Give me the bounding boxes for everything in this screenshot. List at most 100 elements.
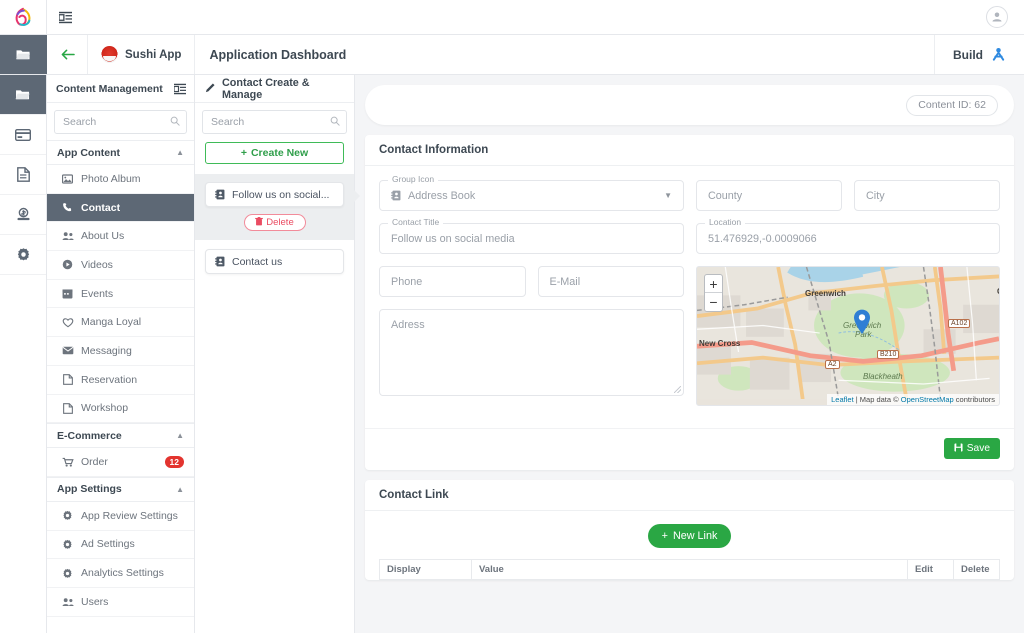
- map-pin-icon[interactable]: [853, 309, 871, 335]
- list-item-selected[interactable]: Follow us on social... Delete: [195, 174, 360, 240]
- city-input[interactable]: City: [854, 180, 1000, 211]
- contact-link-table: Display Value Edit Delete: [379, 559, 1000, 580]
- contact-title-input[interactable]: Follow us on social media: [379, 223, 684, 254]
- email-input[interactable]: E-Mail: [537, 266, 684, 297]
- form-row-2: Contact Title Follow us on social media …: [379, 217, 1000, 254]
- nav-group-label: App Settings: [57, 483, 122, 496]
- sidebar-item-about-us[interactable]: About Us: [47, 222, 194, 252]
- sidebar-item-ad-settings[interactable]: Ad Settings: [47, 530, 194, 560]
- create-new-button[interactable]: + Create New: [205, 142, 344, 164]
- contact-card[interactable]: Contact us: [205, 249, 344, 274]
- save-icon: [954, 442, 963, 455]
- nebula-logo-icon: [15, 7, 31, 26]
- map-label-blackheath: Blackheath: [863, 372, 903, 381]
- contact-link-table-wrap: Display Value Edit Delete: [365, 559, 1014, 580]
- sidebar-item-label: Users: [81, 595, 109, 608]
- nav-group-app-settings[interactable]: App Settings ▲: [47, 476, 194, 502]
- column-display: Display: [379, 559, 472, 580]
- rail-item-folder[interactable]: [0, 75, 46, 115]
- phone-icon: [61, 202, 74, 213]
- sidebar-item-label: Events: [81, 287, 114, 300]
- map-attr-tail: contributors: [953, 395, 995, 404]
- county-input[interactable]: County: [696, 180, 842, 211]
- sidebar-item-contact[interactable]: Contact: [47, 193, 194, 223]
- map-attribution: Leaflet | Map data © OpenStreetMap contr…: [827, 394, 999, 405]
- user-menu-button[interactable]: [970, 0, 1024, 35]
- group-icon-label: Group Icon: [388, 174, 439, 184]
- sidebar-item-photo-album[interactable]: Photo Album: [47, 165, 194, 194]
- contact-list-search-wrap: [195, 103, 354, 140]
- phone-email-row: Phone E-Mail: [379, 266, 684, 297]
- search-input[interactable]: [55, 111, 186, 133]
- app-name-label: Sushi App: [125, 48, 182, 61]
- content-id-badge: Content ID: 62: [906, 94, 998, 116]
- map-zoom-out-button[interactable]: −: [705, 293, 722, 311]
- list-item[interactable]: Contact us: [195, 240, 354, 283]
- rail-item-settings[interactable]: [0, 235, 46, 275]
- rail-item-document[interactable]: [0, 155, 46, 195]
- file-icon: [61, 374, 74, 386]
- build-button[interactable]: Build: [934, 35, 1024, 74]
- map-label-cha: Cha: [997, 287, 999, 296]
- sidebar-item-manga-loyal[interactable]: Manga Loyal: [47, 308, 194, 338]
- location-input[interactable]: 51.476929,-0.0009066: [696, 223, 1000, 254]
- location-map[interactable]: Greenwich Greenwich Park New Cross Black…: [696, 266, 1000, 406]
- location-value: 51.476929,-0.0009066: [708, 232, 817, 245]
- play-circle-icon: [61, 259, 74, 270]
- phone-input[interactable]: Phone: [379, 266, 526, 297]
- sidebar-item-app-review-settings[interactable]: App Review Settings: [47, 501, 194, 531]
- address-placeholder: Adress: [391, 319, 425, 331]
- save-button[interactable]: Save: [943, 438, 1000, 459]
- contact-card[interactable]: Follow us on social...: [205, 182, 344, 207]
- group-icon-select[interactable]: Address Book ▼: [379, 180, 684, 211]
- new-link-wrap: + New Link: [365, 511, 1014, 559]
- nav-group-app-content[interactable]: App Content ▲: [47, 140, 194, 165]
- rail-header-folder[interactable]: [0, 35, 47, 74]
- table-header-row: Display Value Edit Delete: [379, 559, 1000, 580]
- address-textarea[interactable]: Adress: [379, 309, 684, 396]
- icon-rail: [0, 75, 47, 633]
- application-root: Sushi App Application Dashboard Build Co…: [0, 0, 1024, 633]
- openstreetmap-link[interactable]: OpenStreetMap: [901, 395, 954, 404]
- sidebar-item-events[interactable]: Events: [47, 279, 194, 309]
- build-label: Build: [953, 47, 983, 62]
- rail-item-card[interactable]: [0, 115, 46, 155]
- sidebar-item-workshop[interactable]: Workshop: [47, 394, 194, 424]
- contact-link-card: Contact Link + New Link Display Value Ed: [365, 480, 1014, 580]
- back-button[interactable]: [47, 35, 88, 74]
- image-icon: [61, 174, 74, 184]
- contact-title-field: Contact Title Follow us on social media: [379, 217, 684, 254]
- rail-item-money[interactable]: [0, 195, 46, 235]
- app-chip[interactable]: Sushi App: [88, 35, 196, 74]
- sidebar-item-label: Photo Album: [81, 172, 141, 185]
- nav-group-e-commerce[interactable]: E-Commerce ▲: [47, 423, 194, 449]
- phone-field: Phone: [379, 266, 526, 297]
- leaflet-link[interactable]: Leaflet: [831, 395, 854, 404]
- body-row: Content Management Search App Content ▲ …: [0, 75, 1024, 633]
- map-shield-a2: A2: [825, 360, 840, 369]
- sidebar-item-analytics-settings[interactable]: Analytics Settings: [47, 559, 194, 588]
- sidebar-item-reservation[interactable]: Reservation: [47, 365, 194, 395]
- sidebar-item-messaging[interactable]: Messaging: [47, 337, 194, 366]
- new-link-button[interactable]: + New Link: [647, 524, 732, 548]
- contact-link-title: Contact Link: [365, 480, 1014, 511]
- sidebar-item-label: Order: [81, 456, 108, 469]
- breadcrumb-bar: Sushi App Application Dashboard Build: [0, 35, 1024, 75]
- map-zoom-controls[interactable]: + −: [704, 274, 723, 312]
- sidebar-item-videos[interactable]: Videos: [47, 251, 194, 280]
- form-row-3: Phone E-Mail Adress Greenwich Park New C…: [379, 266, 1000, 406]
- search-input[interactable]: [203, 111, 346, 133]
- sidebar-toggle-button[interactable]: [47, 0, 83, 35]
- search-box[interactable]: [202, 110, 347, 134]
- map-zoom-in-button[interactable]: +: [705, 275, 722, 293]
- address-book-icon: [215, 256, 225, 267]
- delete-button[interactable]: Delete: [243, 214, 306, 231]
- sidebar-item-users[interactable]: Users: [47, 587, 194, 617]
- brand-logo[interactable]: [0, 0, 47, 35]
- search-box[interactable]: [54, 110, 187, 134]
- list-indent-icon[interactable]: [174, 83, 186, 95]
- sidebar-item-order[interactable]: Order 12: [47, 448, 194, 477]
- contact-card-label: Contact us: [232, 255, 283, 268]
- sidebar-item-label: Workshop: [81, 402, 129, 415]
- nav-group-label: E-Commerce: [57, 429, 122, 442]
